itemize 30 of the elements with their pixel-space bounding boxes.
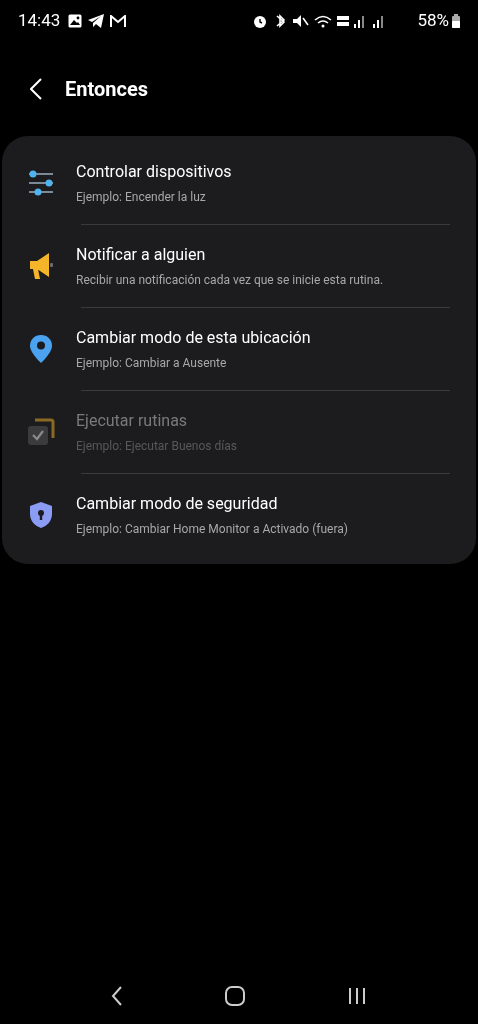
option-title: Cambiar modo de seguridad <box>76 492 279 515</box>
option-title: Cambiar modo de esta ubicación <box>76 326 311 349</box>
action-option[interactable]: Cambiar modo de esta ubicación Ejemplo: Cambiar a Ausente <box>2 308 476 390</box>
option-title: Ejecutar rutinas <box>76 409 189 432</box>
mail-icon <box>110 14 127 28</box>
routines-icon <box>27 418 55 446</box>
option-title: Notificar a alguien <box>76 243 207 266</box>
page-title: Entonces <box>65 76 148 103</box>
location-pin-icon <box>29 334 53 364</box>
back-nav-icon[interactable] <box>111 986 123 1006</box>
option-description: Ejemplo: Encender la luz <box>76 188 207 206</box>
home-nav-icon[interactable] <box>225 986 245 1006</box>
option-description: Recibir una notificación cada vez que se inicie esta rutina. <box>76 271 384 289</box>
battery-percent: 58% <box>417 9 449 33</box>
shield-lock-icon <box>29 501 53 529</box>
battery-icon <box>452 14 460 28</box>
action-option[interactable]: Controlar dispositivos Ejemplo: Encender la luz <box>2 142 476 224</box>
action-option[interactable]: Cambiar modo de seguridad Ejemplo: Cambiar Home Monitor a Activado (fuera) <box>2 474 476 556</box>
gallery-icon <box>68 14 83 28</box>
action-option[interactable]: Notificar a alguien Recibir una notificación cada vez que se inicie esta rutina. <box>2 225 476 307</box>
telegram-icon <box>88 14 105 28</box>
status-time: 14:43 <box>18 9 61 33</box>
back-icon <box>30 78 42 100</box>
recents-nav-icon[interactable] <box>347 987 367 1005</box>
option-title: Controlar dispositivos <box>76 160 232 183</box>
megaphone-icon <box>28 252 54 280</box>
option-description: Ejemplo: Ejecutar Buenos días <box>76 437 237 455</box>
sliders-icon <box>27 170 55 196</box>
option-description: Ejemplo: Cambiar Home Monitor a Activado (fuera) <box>76 520 348 538</box>
option-description: Ejemplo: Cambiar a Ausente <box>76 354 228 372</box>
